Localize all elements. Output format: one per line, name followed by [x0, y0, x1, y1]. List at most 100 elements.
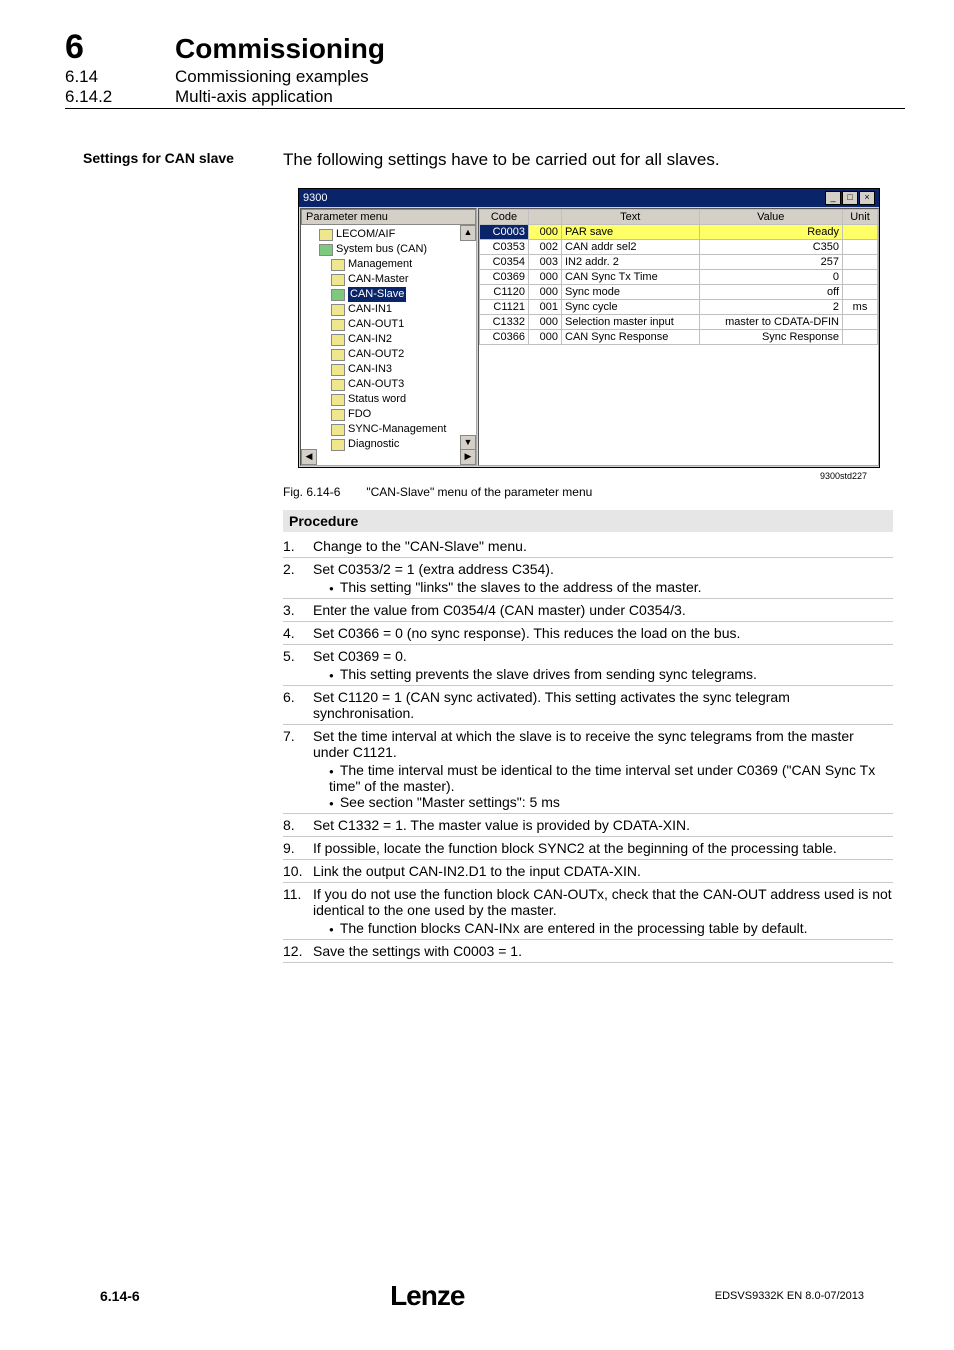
cell: master to CDATA-DFIN	[699, 315, 843, 330]
maximize-icon[interactable]: □	[842, 191, 858, 205]
cell	[843, 330, 878, 345]
table-row[interactable]: C0366000CAN Sync ResponseSync Response	[480, 330, 878, 345]
cell: Sync mode	[562, 285, 700, 300]
minimize-icon[interactable]: _	[825, 191, 841, 205]
step-text: Enter the value from C0354/4 (CAN master…	[313, 602, 893, 618]
tree-item[interactable]: CAN-IN2	[307, 332, 474, 347]
tree-item[interactable]: CAN-OUT2	[307, 347, 474, 362]
cell: 000	[529, 225, 562, 240]
folder-icon	[331, 409, 345, 421]
table-row[interactable]: C1332000Selection master inputmaster to …	[480, 315, 878, 330]
tree-item[interactable]: Diagnostic	[307, 437, 474, 452]
step-body: Enter the value from C0354/4 (CAN master…	[313, 602, 893, 618]
brand-logo: Lenze	[390, 1280, 464, 1312]
procedure-step: 4.Set C0366 = 0 (no sync response). This…	[283, 622, 893, 645]
document-id: EDSVS9332K EN 8.0-07/2013	[715, 1290, 864, 1302]
step-subitem: This setting "links" the slaves to the a…	[329, 579, 893, 595]
cell: 0	[699, 270, 843, 285]
tree-item[interactable]: CAN-OUT1	[307, 317, 474, 332]
cell: 000	[529, 270, 562, 285]
folder-icon	[331, 274, 345, 286]
col-text[interactable]: Text	[562, 210, 700, 225]
col-unit[interactable]: Unit	[843, 210, 878, 225]
table-row[interactable]: C1121001Sync cycle2ms	[480, 300, 878, 315]
table-row[interactable]: C1120000Sync modeoff	[480, 285, 878, 300]
cell: Sync cycle	[562, 300, 700, 315]
tree-item-label: CAN-Slave	[348, 287, 406, 302]
step-text: Save the settings with C0003 = 1.	[313, 943, 893, 959]
step-text: Set C0366 = 0 (no sync response). This r…	[313, 625, 893, 641]
cell: C0354	[480, 255, 529, 270]
tree-item[interactable]: System bus (CAN)	[307, 242, 474, 257]
folder-icon	[331, 334, 345, 346]
tree-item[interactable]: CAN-Slave	[307, 287, 474, 302]
cell: Selection master input	[562, 315, 700, 330]
tree-item-label: Diagnostic	[348, 437, 399, 452]
grid-panel: Code Text Value Unit C0003000PAR saveRea…	[478, 208, 879, 466]
tree-item-label: CAN-Master	[348, 272, 409, 287]
tree-list[interactable]: LECOM/AIFSystem bus (CAN)ManagementCAN-M…	[301, 225, 476, 454]
tree-item[interactable]: CAN-Master	[307, 272, 474, 287]
scroll-right-icon[interactable]: ▶	[460, 449, 476, 465]
step-number: 11.	[283, 886, 313, 936]
cell	[843, 240, 878, 255]
col-sub[interactable]	[529, 210, 562, 225]
tree-item[interactable]: CAN-OUT3	[307, 377, 474, 392]
procedure-step: 12.Save the settings with C0003 = 1.	[283, 940, 893, 963]
close-icon[interactable]: ×	[859, 191, 875, 205]
table-row[interactable]: C0369000CAN Sync Tx Time0	[480, 270, 878, 285]
tree-item[interactable]: Status word	[307, 392, 474, 407]
parameter-grid[interactable]: Code Text Value Unit C0003000PAR saveRea…	[479, 209, 878, 345]
tree-item[interactable]: Management	[307, 257, 474, 272]
cell: CAN Sync Tx Time	[562, 270, 700, 285]
cell	[843, 315, 878, 330]
cell: C1121	[480, 300, 529, 315]
header-rule	[65, 108, 905, 109]
tree-item[interactable]: LECOM/AIF	[307, 227, 474, 242]
cell: CAN addr sel2	[562, 240, 700, 255]
table-row[interactable]: C0354003IN2 addr. 2257	[480, 255, 878, 270]
procedure-heading: Procedure	[283, 510, 893, 532]
tree-item-label: CAN-IN3	[348, 362, 392, 377]
folder-icon	[331, 379, 345, 391]
step-subitem: This setting prevents the slave drives f…	[329, 666, 893, 682]
step-text: Set C1120 = 1 (CAN sync activated). This…	[313, 689, 893, 721]
cell: 000	[529, 315, 562, 330]
page-header: 6 Commissioning 6.14 Commissioning examp…	[65, 28, 905, 107]
step-number: 10.	[283, 863, 313, 879]
cell	[843, 285, 878, 300]
step-number: 1.	[283, 538, 313, 554]
folder-icon	[331, 364, 345, 376]
procedure-step: 11.If you do not use the function block …	[283, 883, 893, 940]
col-code[interactable]: Code	[480, 210, 529, 225]
tree-item[interactable]: FDO	[307, 407, 474, 422]
intro-text: The following settings have to be carrie…	[283, 150, 720, 170]
step-body: Link the output CAN-IN2.D1 to the input …	[313, 863, 893, 879]
table-row[interactable]: C0353002CAN addr sel2C350	[480, 240, 878, 255]
scroll-up-icon[interactable]: ▲	[460, 225, 476, 241]
folder-icon	[331, 394, 345, 406]
tree-panel: Parameter menu LECOM/AIFSystem bus (CAN)…	[300, 208, 477, 466]
step-text: Set C0353/2 = 1 (extra address C354).	[313, 561, 893, 577]
procedure-step: 8.Set C1332 = 1. The master value is pro…	[283, 814, 893, 837]
cell: PAR save	[562, 225, 700, 240]
figure-id: 9300std227	[820, 471, 867, 481]
step-body: Set the time interval at which the slave…	[313, 728, 893, 810]
section-number-1: 6.14	[65, 67, 175, 87]
page-number: 6.14-6	[100, 1288, 140, 1304]
cell: 000	[529, 285, 562, 300]
cell: Sync Response	[699, 330, 843, 345]
tree-item[interactable]: CAN-IN1	[307, 302, 474, 317]
table-row[interactable]: C0003000PAR saveReady	[480, 225, 878, 240]
step-text: Link the output CAN-IN2.D1 to the input …	[313, 863, 893, 879]
figure-caption-text: "CAN-Slave" menu of the parameter menu	[366, 485, 592, 499]
col-value[interactable]: Value	[699, 210, 843, 225]
tree-item[interactable]: CAN-IN3	[307, 362, 474, 377]
folder-icon	[331, 289, 345, 301]
folder-icon	[331, 424, 345, 436]
step-body: Set C0369 = 0.This setting prevents the …	[313, 648, 893, 682]
cell: C1120	[480, 285, 529, 300]
scroll-left-icon[interactable]: ◀	[301, 449, 317, 465]
tree-item[interactable]: SYNC-Management	[307, 422, 474, 437]
step-body: Save the settings with C0003 = 1.	[313, 943, 893, 959]
